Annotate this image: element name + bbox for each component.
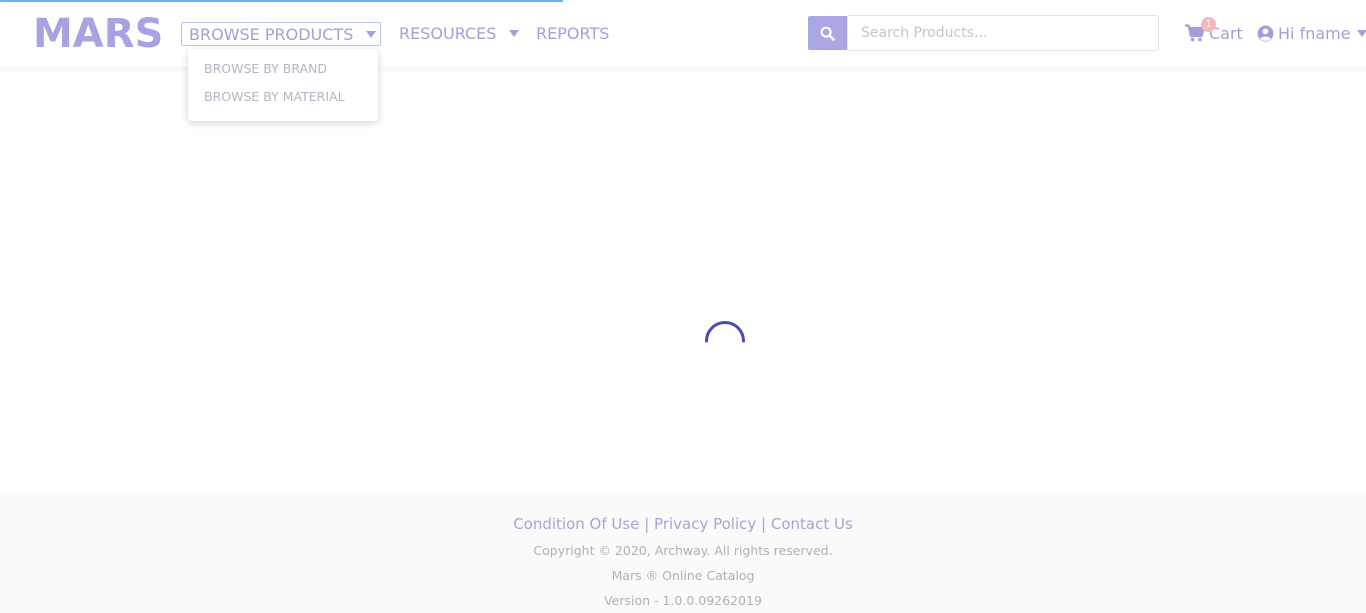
- privacy-policy-link[interactable]: Privacy Policy: [654, 515, 756, 533]
- nav-browse-products[interactable]: BROWSE PRODUCTS: [181, 22, 381, 46]
- user-greeting: Hi fname: [1278, 24, 1351, 43]
- browse-products-dropdown: BROWSE BY BRAND BROWSE BY MATERIAL: [188, 49, 378, 121]
- chevron-down-icon: [366, 31, 376, 38]
- user-circle-icon: [1257, 25, 1274, 42]
- footer-separator: |: [761, 515, 771, 533]
- menu-item-browse-by-brand[interactable]: BROWSE BY BRAND: [204, 61, 327, 76]
- contact-us-link[interactable]: Contact Us: [771, 515, 853, 533]
- footer-links: Condition Of Use | Privacy Policy | Cont…: [0, 515, 1366, 533]
- chevron-down-icon: [509, 30, 519, 37]
- nav-browse-products-label: BROWSE PRODUCTS: [189, 25, 354, 44]
- mars-logo[interactable]: MARS: [33, 10, 163, 58]
- nav-resources[interactable]: RESOURCES: [399, 22, 523, 46]
- user-menu[interactable]: Hi fname: [1257, 22, 1366, 46]
- condition-of-use-link[interactable]: Condition Of Use: [513, 515, 639, 533]
- cart-count-badge: 1: [1201, 17, 1216, 32]
- chevron-down-icon: [1357, 30, 1366, 37]
- search-icon: [820, 26, 835, 41]
- search-button[interactable]: [808, 16, 847, 50]
- nav-resources-label: RESOURCES: [399, 24, 497, 43]
- catalog-name: Mars ® Online Catalog: [611, 568, 755, 583]
- search-input[interactable]: [847, 15, 1159, 51]
- version-text: Version - 1.0.0.09262019: [604, 593, 762, 608]
- menu-item-browse-by-material[interactable]: BROWSE BY MATERIAL: [204, 89, 345, 104]
- copyright-text: Copyright © 2020, Archway. All rights re…: [533, 543, 833, 558]
- loading-spinner: [705, 321, 745, 343]
- nav-reports[interactable]: REPORTS: [536, 22, 609, 46]
- footer-separator: |: [644, 515, 655, 533]
- footer: Condition Of Use | Privacy Policy | Cont…: [0, 493, 1366, 613]
